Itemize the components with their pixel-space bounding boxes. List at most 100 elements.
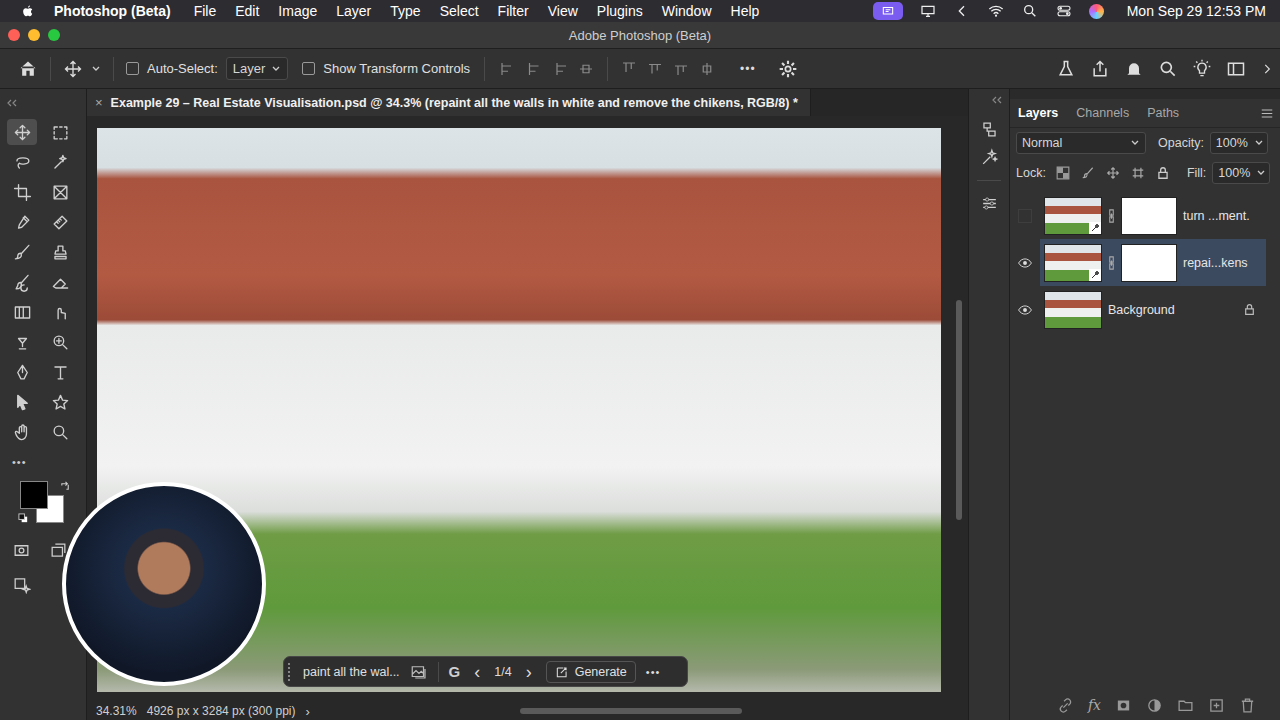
link-layers-icon[interactable] <box>1057 697 1074 714</box>
panel-tab[interactable]: Layers <box>1018 106 1058 120</box>
sponge-tool[interactable] <box>41 327 79 357</box>
home-icon[interactable] <box>18 59 38 79</box>
dodge-tool[interactable] <box>3 327 41 357</box>
frame-tool[interactable] <box>41 177 79 207</box>
control-center-icon[interactable] <box>1055 3 1073 19</box>
swap-colors-icon[interactable] <box>60 481 71 492</box>
group-folder-icon[interactable] <box>1177 697 1194 714</box>
eyedropper-tool[interactable] <box>3 207 41 237</box>
lock-all-icon[interactable] <box>1156 166 1170 180</box>
distribute-icon[interactable] <box>698 60 716 78</box>
more-options-button[interactable]: ••• <box>740 62 756 76</box>
visibility-toggle[interactable] <box>1010 209 1040 223</box>
generate-button[interactable]: Generate <box>546 661 636 683</box>
menu-item[interactable]: Window <box>662 3 712 19</box>
panel-tab[interactable]: Paths <box>1147 106 1179 120</box>
align-icon[interactable] <box>499 60 517 78</box>
visibility-toggle[interactable] <box>1010 258 1040 268</box>
lock-icon[interactable] <box>1243 303 1256 316</box>
hand-tool[interactable] <box>3 417 41 447</box>
lock-position-icon[interactable] <box>1106 166 1120 180</box>
previous-variation-button[interactable]: ‹ <box>470 663 484 681</box>
menu-item[interactable]: Edit <box>235 3 259 19</box>
menu-item[interactable]: Select <box>440 3 479 19</box>
close-button[interactable] <box>8 29 20 41</box>
generative-icon[interactable] <box>12 575 31 594</box>
move-tool[interactable] <box>7 119 37 145</box>
collapse-icon[interactable] <box>991 96 1003 104</box>
path-select-tool[interactable] <box>3 387 41 417</box>
vertical-scrollbar[interactable] <box>956 300 962 520</box>
transform-controls-checkbox[interactable] <box>302 62 315 75</box>
chevron-icon[interactable] <box>1260 59 1274 79</box>
marquee-tool[interactable] <box>41 117 79 147</box>
discover-bulb-icon[interactable] <box>1192 59 1212 79</box>
gear-icon[interactable] <box>778 59 798 79</box>
zoom-tool[interactable] <box>41 417 79 447</box>
move-tool-icon[interactable] <box>63 59 83 79</box>
status-menu-button[interactable]: › <box>305 704 309 719</box>
shape-tool[interactable] <box>41 387 79 417</box>
eraser-tool[interactable] <box>41 267 79 297</box>
edit-toolbar-button[interactable]: ••• <box>0 447 86 477</box>
layer-mask-thumbnail[interactable] <box>1121 244 1177 282</box>
adjustment-layer-icon[interactable] <box>1146 697 1163 714</box>
brush-tool[interactable] <box>3 237 41 267</box>
fill-field[interactable]: 100% <box>1212 162 1270 184</box>
align-icon[interactable] <box>551 60 569 78</box>
share-icon[interactable] <box>1090 59 1110 79</box>
lock-artboard-icon[interactable] <box>1131 166 1145 180</box>
tab-close-button[interactable]: × <box>95 95 103 110</box>
menu-item[interactable]: Layer <box>336 3 371 19</box>
type-tool[interactable] <box>41 357 79 387</box>
panel-menu-icon[interactable] <box>1260 108 1274 119</box>
stamp-tool[interactable] <box>41 237 79 267</box>
distribute-icon[interactable] <box>620 60 638 78</box>
chevron-icon[interactable] <box>953 3 971 19</box>
default-colors-icon[interactable] <box>18 513 29 524</box>
minimize-button[interactable] <box>28 29 40 41</box>
menu-item[interactable]: Image <box>278 3 317 19</box>
distribute-icon[interactable] <box>672 60 690 78</box>
auto-select-checkbox[interactable] <box>126 62 139 75</box>
collapse-icon[interactable] <box>6 99 18 107</box>
layer-row[interactable]: repai...kens <box>1010 239 1280 286</box>
align-icon[interactable] <box>525 60 543 78</box>
history-brush-tool[interactable] <box>3 267 41 297</box>
search-icon[interactable] <box>1158 59 1178 79</box>
workspace-icon[interactable] <box>1226 59 1246 79</box>
link-icon[interactable] <box>1108 256 1115 270</box>
clock[interactable]: Mon Sep 29 12:53 PM <box>1127 3 1266 19</box>
pen-tool[interactable] <box>3 357 41 387</box>
model-picker[interactable]: G <box>449 663 461 680</box>
crop-tool[interactable] <box>3 177 41 207</box>
lock-pixels-icon[interactable] <box>1081 166 1095 180</box>
horizontal-scrollbar[interactable] <box>520 708 742 714</box>
zoom-level[interactable]: 34.31% <box>96 704 137 718</box>
menu-item[interactable]: Help <box>731 3 760 19</box>
menu-item[interactable]: View <box>548 3 578 19</box>
generate-icon[interactable] <box>980 148 999 167</box>
quick-select-tool[interactable] <box>41 147 79 177</box>
document-tab[interactable]: × Example 29 – Real Estate Visualisation… <box>87 89 811 116</box>
auto-select-target-dropdown[interactable]: Layer <box>226 57 289 80</box>
taskbar-more-button[interactable]: ••• <box>646 666 661 678</box>
history-icon[interactable] <box>980 120 999 139</box>
foreground-color-swatch[interactable] <box>20 481 48 509</box>
add-mask-icon[interactable] <box>1115 697 1132 714</box>
drag-handle[interactable] <box>288 663 293 681</box>
lasso-tool[interactable] <box>3 147 41 177</box>
wifi-icon[interactable] <box>987 3 1005 19</box>
layer-row[interactable]: Background <box>1010 286 1280 333</box>
trash-icon[interactable] <box>1239 697 1256 714</box>
layer-row[interactable]: turn ...ment. <box>1010 192 1280 239</box>
caret-icon[interactable] <box>91 64 101 74</box>
menu-item[interactable]: Plugins <box>597 3 643 19</box>
app-menu[interactable]: Photoshop (Beta) <box>54 3 171 19</box>
align-icon[interactable] <box>577 60 595 78</box>
layer-style-button[interactable]: fx <box>1088 697 1101 713</box>
screen-share-icon[interactable] <box>873 2 903 20</box>
bell-icon[interactable] <box>1124 59 1144 79</box>
distribute-icon[interactable] <box>646 60 664 78</box>
panel-tab[interactable]: Channels <box>1076 106 1129 120</box>
